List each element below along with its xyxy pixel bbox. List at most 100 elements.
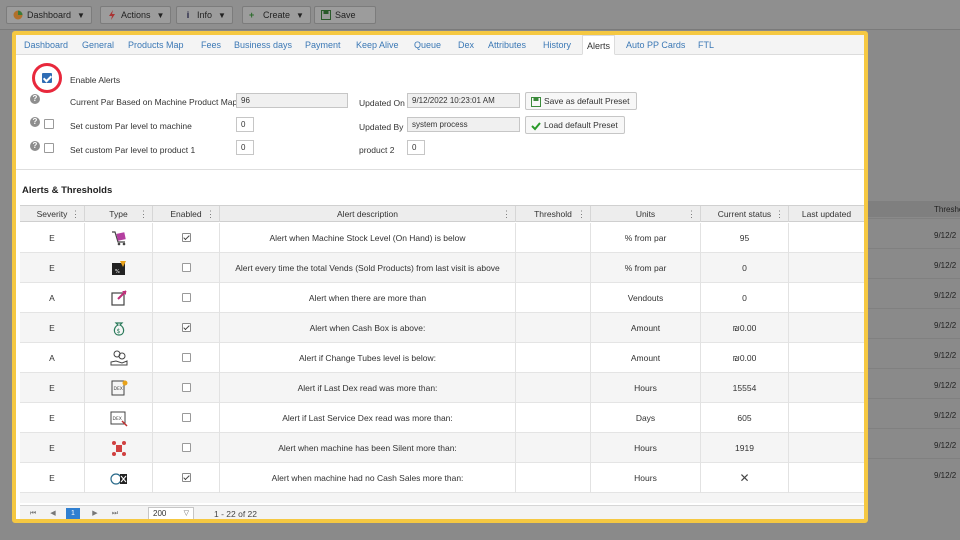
table-row[interactable]: E DEX Alert if Last Dex read was more th… — [20, 373, 864, 403]
enabled-cell[interactable] — [153, 223, 220, 253]
last-updated-cell — [789, 343, 864, 373]
column-header-severity[interactable]: Severity ⋮ — [20, 206, 85, 222]
help-icon[interactable]: ? — [30, 141, 40, 151]
create-menu-button[interactable]: + Create ▼ — [242, 6, 311, 24]
enabled-cell[interactable] — [153, 283, 220, 313]
info-menu-button[interactable]: i Info ▼ — [176, 6, 233, 24]
checkmark-icon — [531, 120, 541, 131]
table-row[interactable]: E Alert when Machine Stock Level (On Han… — [20, 223, 864, 253]
tab-dex[interactable]: Dex — [454, 35, 478, 55]
table-row[interactable]: E Alert when machine has been Silent mor… — [20, 433, 864, 463]
column-menu-icon[interactable]: ⋮ — [502, 206, 511, 222]
save-default-preset-button[interactable]: Save as default Preset — [525, 92, 637, 110]
threshold-cell[interactable] — [516, 433, 591, 463]
product2-input[interactable]: 0 — [407, 140, 425, 155]
tab-history[interactable]: History — [539, 35, 575, 55]
custom-par-product-checkbox[interactable] — [44, 143, 54, 153]
threshold-cell[interactable] — [516, 403, 591, 433]
threshold-cell[interactable] — [516, 253, 591, 283]
tab-attributes[interactable]: Attributes — [484, 35, 530, 55]
last-page-icon[interactable]: ⏭ — [108, 508, 122, 519]
table-row[interactable] — [20, 493, 864, 503]
enabled-checkbox[interactable] — [181, 263, 191, 273]
table-row[interactable]: E $ Alert when Cash Box is above: Amount… — [20, 313, 864, 343]
help-icon[interactable]: ? — [30, 94, 40, 104]
column-menu-icon[interactable]: ⋮ — [139, 206, 148, 222]
tab-business-days[interactable]: Business days — [230, 35, 296, 55]
table-row[interactable]: E DEX Alert if Last Service Dex read was… — [20, 403, 864, 433]
page-number-current[interactable]: 1 — [66, 508, 80, 519]
table-row[interactable]: A Alert if Change Tubes level is below: … — [20, 343, 864, 373]
enabled-cell[interactable] — [153, 433, 220, 463]
column-menu-icon[interactable]: ⋮ — [687, 206, 696, 222]
enabled-cell[interactable] — [153, 343, 220, 373]
status-cell: ₪0.00 — [701, 343, 789, 373]
tab-keep-alive[interactable]: Keep Alive — [352, 35, 403, 55]
tab-payment[interactable]: Payment — [301, 35, 345, 55]
column-menu-icon[interactable]: ⋮ — [775, 206, 784, 222]
enabled-checkbox[interactable] — [181, 293, 191, 303]
first-page-icon[interactable]: ⏮ — [26, 508, 40, 519]
cart-icon — [110, 229, 128, 247]
enable-alerts-checkbox[interactable] — [42, 73, 52, 83]
column-header-current-status[interactable]: Current status ⋮ — [701, 206, 789, 222]
type-cell — [85, 283, 153, 313]
enabled-cell[interactable] — [153, 403, 220, 433]
actions-menu-button[interactable]: Actions ▼ — [100, 6, 172, 24]
severity-cell: E — [20, 463, 85, 493]
threshold-cell[interactable] — [516, 223, 591, 253]
updated-by-field: system process — [407, 117, 520, 132]
threshold-cell[interactable] — [516, 463, 591, 493]
dashboard-menu-button[interactable]: Dashboard ▼ — [6, 6, 92, 24]
tab-products-map[interactable]: Products Map — [124, 35, 188, 55]
overflow-cell: 9/12/2 — [868, 248, 960, 278]
custom-par-product-input[interactable]: 0 — [236, 140, 254, 155]
tab-alerts[interactable]: Alerts — [582, 35, 616, 55]
enabled-checkbox[interactable] — [181, 413, 191, 423]
grid-header: Severity ⋮ Type ⋮ Enabled ⋮ Alert descripti… — [20, 206, 864, 222]
enabled-cell[interactable] — [153, 373, 220, 403]
prev-page-icon[interactable]: ◀ — [46, 508, 60, 519]
page-size-select[interactable]: 200 ▽ — [148, 507, 194, 519]
help-icon[interactable]: ? — [30, 117, 40, 127]
tab-queue[interactable]: Queue — [410, 35, 445, 55]
table-row[interactable]: E % Alert every time the total Vends (So… — [20, 253, 864, 283]
threshold-cell[interactable] — [516, 283, 591, 313]
column-menu-icon[interactable]: ⋮ — [577, 206, 586, 222]
column-menu-icon[interactable]: ⋮ — [71, 206, 80, 222]
custom-par-machine-checkbox[interactable] — [44, 119, 54, 129]
column-header-label: Alert description — [337, 209, 398, 219]
column-header-enabled[interactable]: Enabled ⋮ — [153, 206, 220, 222]
enabled-checkbox[interactable] — [181, 323, 191, 333]
enabled-checkbox[interactable] — [181, 473, 191, 483]
info-icon: i — [186, 10, 190, 20]
column-menu-icon[interactable]: ⋮ — [206, 206, 215, 222]
table-row[interactable]: A Alert when there are more than Vendout… — [20, 283, 864, 313]
tab-ftl[interactable]: FTL — [694, 35, 718, 55]
next-page-icon[interactable]: ▶ — [88, 508, 102, 519]
tab-general[interactable]: General — [78, 35, 118, 55]
column-header-threshold[interactable]: Threshold ⋮ — [516, 206, 591, 222]
enabled-cell[interactable] — [153, 463, 220, 493]
enabled-checkbox[interactable] — [181, 383, 191, 393]
save-button[interactable]: Save — [314, 6, 376, 24]
load-default-preset-button[interactable]: Load default Preset — [525, 116, 625, 134]
enabled-checkbox[interactable] — [181, 233, 191, 243]
enabled-checkbox[interactable] — [181, 443, 191, 453]
threshold-cell[interactable] — [516, 343, 591, 373]
column-header-description[interactable]: Alert description ⋮ — [220, 206, 516, 222]
enabled-cell[interactable] — [153, 313, 220, 343]
threshold-cell[interactable] — [516, 373, 591, 403]
table-row[interactable]: E Alert when machine had no Cash Sales m… — [20, 463, 864, 493]
column-header-units[interactable]: Units ⋮ — [591, 206, 701, 222]
bolt-icon — [107, 10, 117, 20]
custom-par-machine-input[interactable]: 0 — [236, 117, 254, 132]
threshold-cell[interactable] — [516, 313, 591, 343]
tab-dashboard[interactable]: Dashboard — [20, 35, 72, 55]
column-header-type[interactable]: Type ⋮ — [85, 206, 153, 222]
enabled-cell[interactable] — [153, 253, 220, 283]
enabled-checkbox[interactable] — [181, 353, 191, 363]
tab-auto-pp-cards[interactable]: Auto PP Cards — [622, 35, 689, 55]
column-header-last-updated[interactable]: Last updated — [789, 206, 864, 222]
tab-fees[interactable]: Fees — [197, 35, 225, 55]
